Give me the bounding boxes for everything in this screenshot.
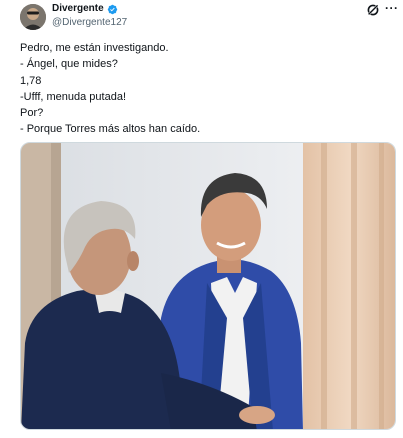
tweet-line: Pedro, me están investigando.	[20, 42, 169, 54]
tweet-line: - Porque Torres más altos han caído.	[20, 123, 201, 136]
author-avatar[interactable]	[20, 4, 46, 30]
verified-badge-icon	[107, 4, 118, 15]
author-handle[interactable]: @Divergente127	[52, 16, 127, 29]
tweet-line: 1,78	[20, 74, 42, 87]
more-options-icon[interactable]: ···	[385, 1, 399, 15]
tweet-text: Pedro, me están investigando. - Ángel, q…	[20, 40, 390, 138]
tweet-photo[interactable]	[20, 142, 396, 430]
author-name[interactable]: Divergente	[52, 2, 104, 16]
tweet-line: Por?	[20, 107, 44, 120]
tweet-line: - Ángel, que mides?	[20, 58, 118, 71]
tweet-line: -Ufff, menuda putada!	[20, 90, 126, 103]
grok-icon[interactable]	[366, 3, 380, 17]
